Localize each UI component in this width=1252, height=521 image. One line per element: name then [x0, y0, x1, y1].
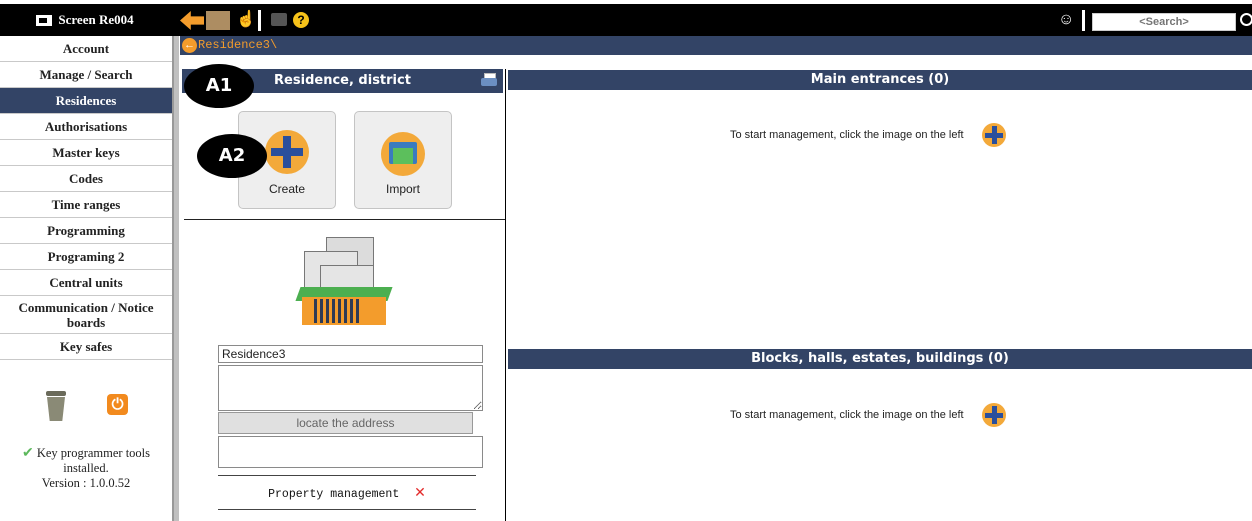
toolbar-separator [258, 10, 261, 31]
locate-address-button[interactable]: locate the address [218, 412, 473, 434]
sidebar: Account Manage / Search Residences Autho… [0, 36, 173, 521]
app-title-text: Screen Re004 [58, 12, 134, 27]
print-icon[interactable] [271, 13, 287, 26]
status-block: ✔ Key programmer tools installed. Versio… [0, 446, 172, 491]
create-label: Create [268, 182, 306, 196]
hint-text: To start management, click the image on … [730, 129, 964, 141]
sidebar-item-master-keys[interactable]: Master keys [0, 140, 172, 166]
create-icon [265, 130, 309, 174]
residence-building-icon [295, 237, 393, 325]
sidebar-item-account[interactable]: Account [0, 36, 172, 62]
screen-icon [36, 14, 53, 26]
main-entrances-header: Main entrances (0) [508, 70, 1252, 90]
sidebar-item-codes[interactable]: Codes [0, 166, 172, 192]
sidebar-item-manage-search[interactable]: Manage / Search [0, 62, 172, 88]
hint-text: To start management, click the image on … [730, 409, 964, 421]
blocks-hint: To start management, click the image on … [730, 401, 1008, 429]
breadcrumb: ← Residence3\ [180, 36, 1252, 55]
blocks-header: Blocks, halls, estates, buildings (0) [508, 349, 1252, 369]
search-input[interactable] [1092, 13, 1236, 31]
sidebar-item-central-units[interactable]: Central units [0, 270, 172, 296]
import-label: Import [385, 182, 420, 196]
divider [184, 219, 505, 220]
divider [218, 509, 476, 510]
toolbar-separator [1082, 10, 1085, 31]
residence-name-field[interactable] [218, 345, 483, 363]
import-button[interactable]: Import [354, 111, 452, 209]
sidebar-item-residences[interactable]: Residences [0, 88, 172, 114]
address-detail-field[interactable] [218, 436, 483, 468]
version-text: Version : 1.0.0.52 [41, 476, 131, 490]
hand-icon[interactable]: ☝ [236, 12, 256, 28]
breadcrumb-back-icon[interactable]: ← [182, 38, 197, 53]
panel-divider [505, 69, 506, 521]
main-entrances-hint: To start management, click the image on … [730, 121, 1008, 149]
status-text: Key programmer tools installed. [36, 446, 151, 475]
sidebar-item-programming[interactable]: Programming [0, 218, 172, 244]
divider [218, 475, 476, 476]
app-title: Screen Re004 [0, 4, 170, 36]
back-arrow-icon[interactable] [180, 11, 204, 30]
panel-splitter[interactable] [173, 36, 179, 521]
close-icon[interactable]: ✕ [414, 485, 426, 501]
power-icon[interactable]: ⏻ [107, 394, 128, 415]
add-icon[interactable] [980, 401, 1008, 429]
callout-a1: A1 [184, 64, 254, 108]
breadcrumb-text[interactable]: Residence3\ [198, 38, 277, 52]
top-toolbar: Screen Re004 ☝ ? ☺ [0, 4, 1252, 36]
print-icon[interactable] [481, 73, 497, 88]
callout-a2: A2 [197, 134, 267, 178]
sidebar-tools: ⏻ [0, 386, 172, 436]
sidebar-item-programing-2[interactable]: Programing 2 [0, 244, 172, 270]
sidebar-item-authorisations[interactable]: Authorisations [0, 114, 172, 140]
check-icon: ✔ [21, 446, 34, 461]
user-icon[interactable]: ☺ [1058, 12, 1074, 28]
help-icon[interactable]: ? [293, 12, 309, 28]
search-icon[interactable] [1240, 13, 1252, 27]
add-icon[interactable] [980, 121, 1008, 149]
forward-arrow-icon[interactable] [206, 11, 230, 30]
sidebar-item-key-safes[interactable]: Key safes [0, 334, 172, 360]
sidebar-item-communication[interactable]: Communication / Notice boards [0, 296, 172, 334]
property-management-label: Property management [268, 488, 400, 501]
sidebar-item-time-ranges[interactable]: Time ranges [0, 192, 172, 218]
import-icon [381, 132, 425, 176]
address-field[interactable] [218, 365, 483, 411]
residence-panel-title: Residence, district [274, 73, 411, 88]
property-management-row: Property management ✕ [218, 483, 476, 503]
trash-icon[interactable] [44, 391, 68, 427]
